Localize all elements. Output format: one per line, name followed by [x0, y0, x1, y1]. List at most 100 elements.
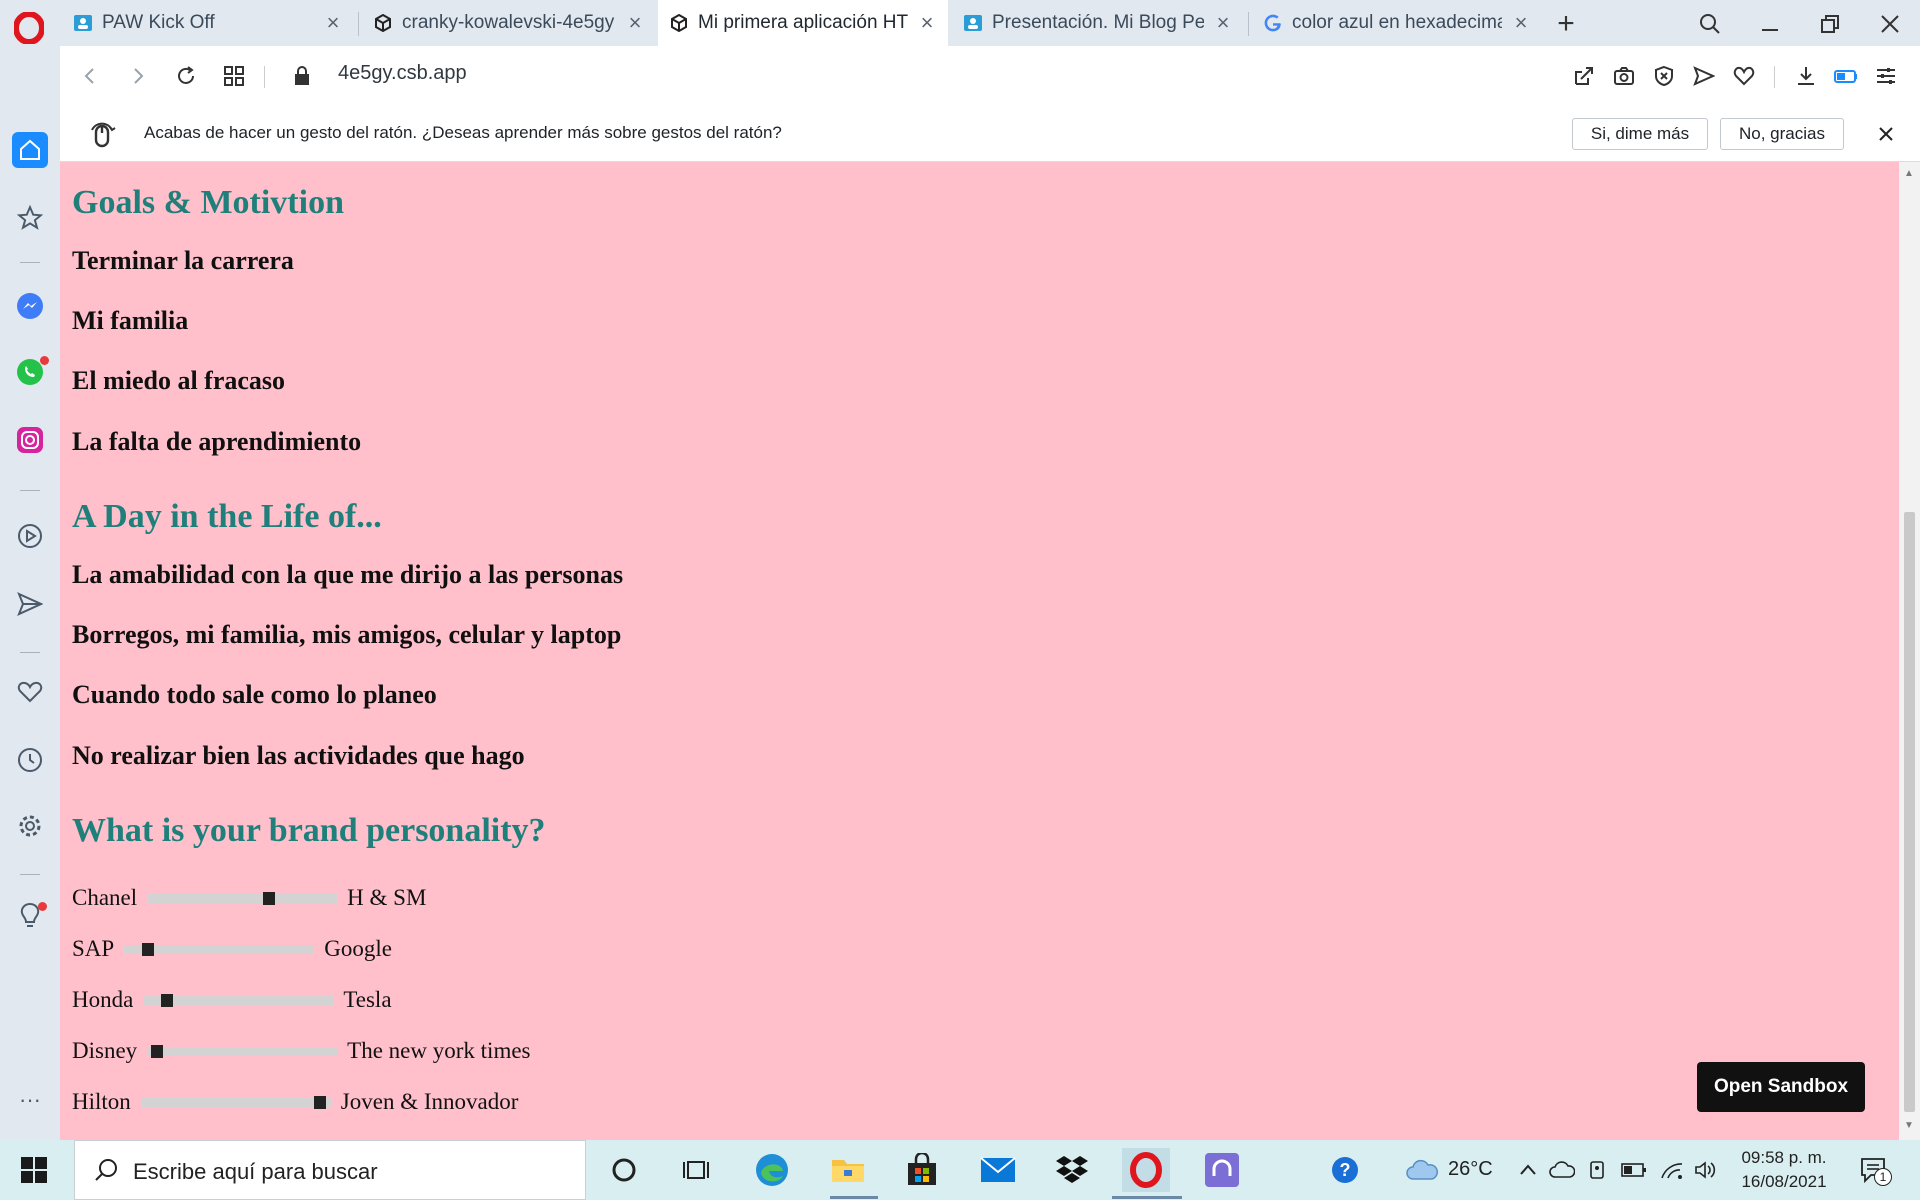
- taskbar-search[interactable]: Escribe aquí para buscar: [74, 1140, 586, 1200]
- scroll-down-arrow-icon[interactable]: ▼: [1904, 1120, 1914, 1131]
- opera-taskbar-button[interactable]: [1122, 1148, 1170, 1192]
- scroll-up-arrow-icon[interactable]: ▲: [1904, 168, 1914, 179]
- action-center-button[interactable]: 1: [1856, 1156, 1892, 1186]
- cloud-icon: [1406, 1159, 1438, 1180]
- slider-thumb[interactable]: [151, 1044, 164, 1058]
- brand-slider[interactable]: [124, 942, 315, 956]
- file-explorer-button[interactable]: [824, 1148, 872, 1192]
- reload-button[interactable]: [170, 60, 202, 92]
- slider-thumb[interactable]: [161, 993, 174, 1007]
- sidebar-speed-dial[interactable]: [12, 132, 48, 168]
- slider-right-label: Joven & Innovador: [340, 1089, 519, 1114]
- snapshot-button[interactable]: [1608, 60, 1640, 92]
- slider-thumb[interactable]: [142, 942, 155, 956]
- day-in-life-heading: A Day in the Life of...: [72, 498, 382, 535]
- url-field[interactable]: 4e5gy.csb.app: [338, 62, 467, 85]
- sidebar-divider: [20, 874, 40, 875]
- chevron-up-icon: [1520, 1164, 1536, 1175]
- cortana-circle-icon: [612, 1158, 636, 1182]
- weather-tray-button[interactable]: [1404, 1156, 1440, 1184]
- sidebar-flow[interactable]: [12, 586, 48, 622]
- close-tab-icon[interactable]: ×: [1212, 10, 1234, 35]
- opera-menu-button[interactable]: [12, 10, 46, 46]
- tab-paw-kick-off[interactable]: PAW Kick Off ×: [62, 0, 354, 46]
- new-tab-button[interactable]: +: [1550, 7, 1582, 40]
- show-hidden-icons[interactable]: [1516, 1156, 1540, 1184]
- cortana-button[interactable]: [600, 1148, 648, 1192]
- brand-slider[interactable]: [147, 1044, 338, 1058]
- slider-thumb[interactable]: [313, 1095, 326, 1109]
- sidebar-whatsapp[interactable]: [12, 354, 49, 390]
- sidebar-player[interactable]: [12, 518, 48, 554]
- close-tab-icon[interactable]: ×: [916, 10, 938, 35]
- brand-slider-row: Hilton Joven & Innovador: [72, 1088, 518, 1116]
- send-icon: [17, 592, 43, 616]
- scrollbar-thumb[interactable]: [1904, 512, 1915, 1112]
- learn-more-button[interactable]: Si, dime más: [1572, 118, 1708, 150]
- sidebar-bookmarks[interactable]: [12, 200, 48, 236]
- downloads-button[interactable]: [1790, 60, 1822, 92]
- help-tray-button[interactable]: ?: [1328, 1156, 1362, 1184]
- edge-taskbar-button[interactable]: [748, 1148, 796, 1192]
- brand-slider[interactable]: [147, 891, 338, 905]
- onedrive-tray[interactable]: [1548, 1156, 1576, 1184]
- tab-mi-primera-aplicacion[interactable]: Mi primera aplicación HTM ×: [658, 0, 948, 46]
- brand-personality-heading: What is your brand personality?: [72, 812, 546, 849]
- tab-search-button[interactable]: [1690, 6, 1730, 42]
- system-clock[interactable]: 09:58 p. m. 16/08/2021: [1734, 1146, 1834, 1194]
- sidebar-history[interactable]: [12, 742, 48, 778]
- sidebar-messenger[interactable]: [12, 288, 48, 324]
- day-item: La amabilidad con la que me dirijo a las…: [72, 560, 624, 589]
- adblock-button[interactable]: [1648, 60, 1680, 92]
- slider-right-label: Google: [324, 936, 392, 961]
- close-tab-icon[interactable]: ×: [1510, 10, 1532, 35]
- sidebar-my-flow[interactable]: [12, 674, 48, 710]
- back-button[interactable]: [74, 60, 106, 92]
- tab-cranky-kowalevski[interactable]: cranky-kowalevski-4e5gy - ×: [362, 0, 656, 46]
- mail-button[interactable]: [974, 1148, 1022, 1192]
- page-scrollbar[interactable]: ▲ ▼: [1899, 162, 1920, 1140]
- brand-slider[interactable]: [140, 1095, 331, 1109]
- tab-snapshot-button[interactable]: [218, 60, 250, 92]
- tab-presentacion-blog[interactable]: Presentación. Mi Blog Perso ×: [952, 0, 1244, 46]
- sidebar-more[interactable]: ···: [12, 1082, 48, 1118]
- dropbox-button[interactable]: [1048, 1148, 1096, 1192]
- active-indicator: [830, 1196, 878, 1199]
- tab-color-azul[interactable]: color azul en hexadecimal - ×: [1252, 0, 1542, 46]
- headset-app-button[interactable]: [1198, 1148, 1246, 1192]
- clock-date: 16/08/2021: [1741, 1172, 1827, 1191]
- send-to-flow-button[interactable]: [1688, 60, 1720, 92]
- minimize-button[interactable]: [1750, 6, 1790, 42]
- restore-button[interactable]: [1810, 6, 1850, 42]
- close-window-button[interactable]: [1870, 6, 1910, 42]
- lock-icon[interactable]: [286, 60, 318, 92]
- start-button[interactable]: [14, 1150, 54, 1190]
- battery-tray[interactable]: [1620, 1156, 1648, 1184]
- easy-setup-menu-button[interactable]: [1870, 60, 1902, 92]
- slider-thumb[interactable]: [263, 891, 276, 905]
- star-icon: [17, 205, 43, 230]
- sidebar-tips[interactable]: [12, 898, 48, 934]
- brand-slider[interactable]: [143, 993, 334, 1007]
- meet-now-tray[interactable]: [1586, 1156, 1610, 1184]
- store-button[interactable]: [898, 1148, 946, 1192]
- easy-setup-button[interactable]: [1568, 60, 1600, 92]
- help-icon: ?: [1332, 1157, 1358, 1183]
- close-infobar-button[interactable]: [1872, 120, 1900, 148]
- volume-tray[interactable]: [1692, 1156, 1720, 1184]
- temperature[interactable]: 26°C: [1448, 1158, 1493, 1181]
- slider-left-label: SAP: [72, 936, 115, 961]
- tab-strip: PAW Kick Off × cranky-kowalevski-4e5gy -…: [0, 0, 1920, 46]
- task-view-button[interactable]: [672, 1148, 720, 1192]
- forward-button[interactable]: [122, 60, 154, 92]
- my-flow-button[interactable]: [1728, 60, 1760, 92]
- close-tab-icon[interactable]: ×: [624, 10, 646, 35]
- sidebar-settings[interactable]: [12, 808, 48, 844]
- tab-title: PAW Kick Off: [102, 12, 215, 33]
- battery-saver-button[interactable]: [1830, 60, 1862, 92]
- close-tab-icon[interactable]: ×: [322, 10, 344, 35]
- no-thanks-button[interactable]: No, gracias: [1720, 118, 1844, 150]
- wifi-tray[interactable]: [1658, 1156, 1686, 1184]
- sidebar-instagram[interactable]: [12, 422, 48, 458]
- open-sandbox-button[interactable]: Open Sandbox: [1697, 1062, 1865, 1112]
